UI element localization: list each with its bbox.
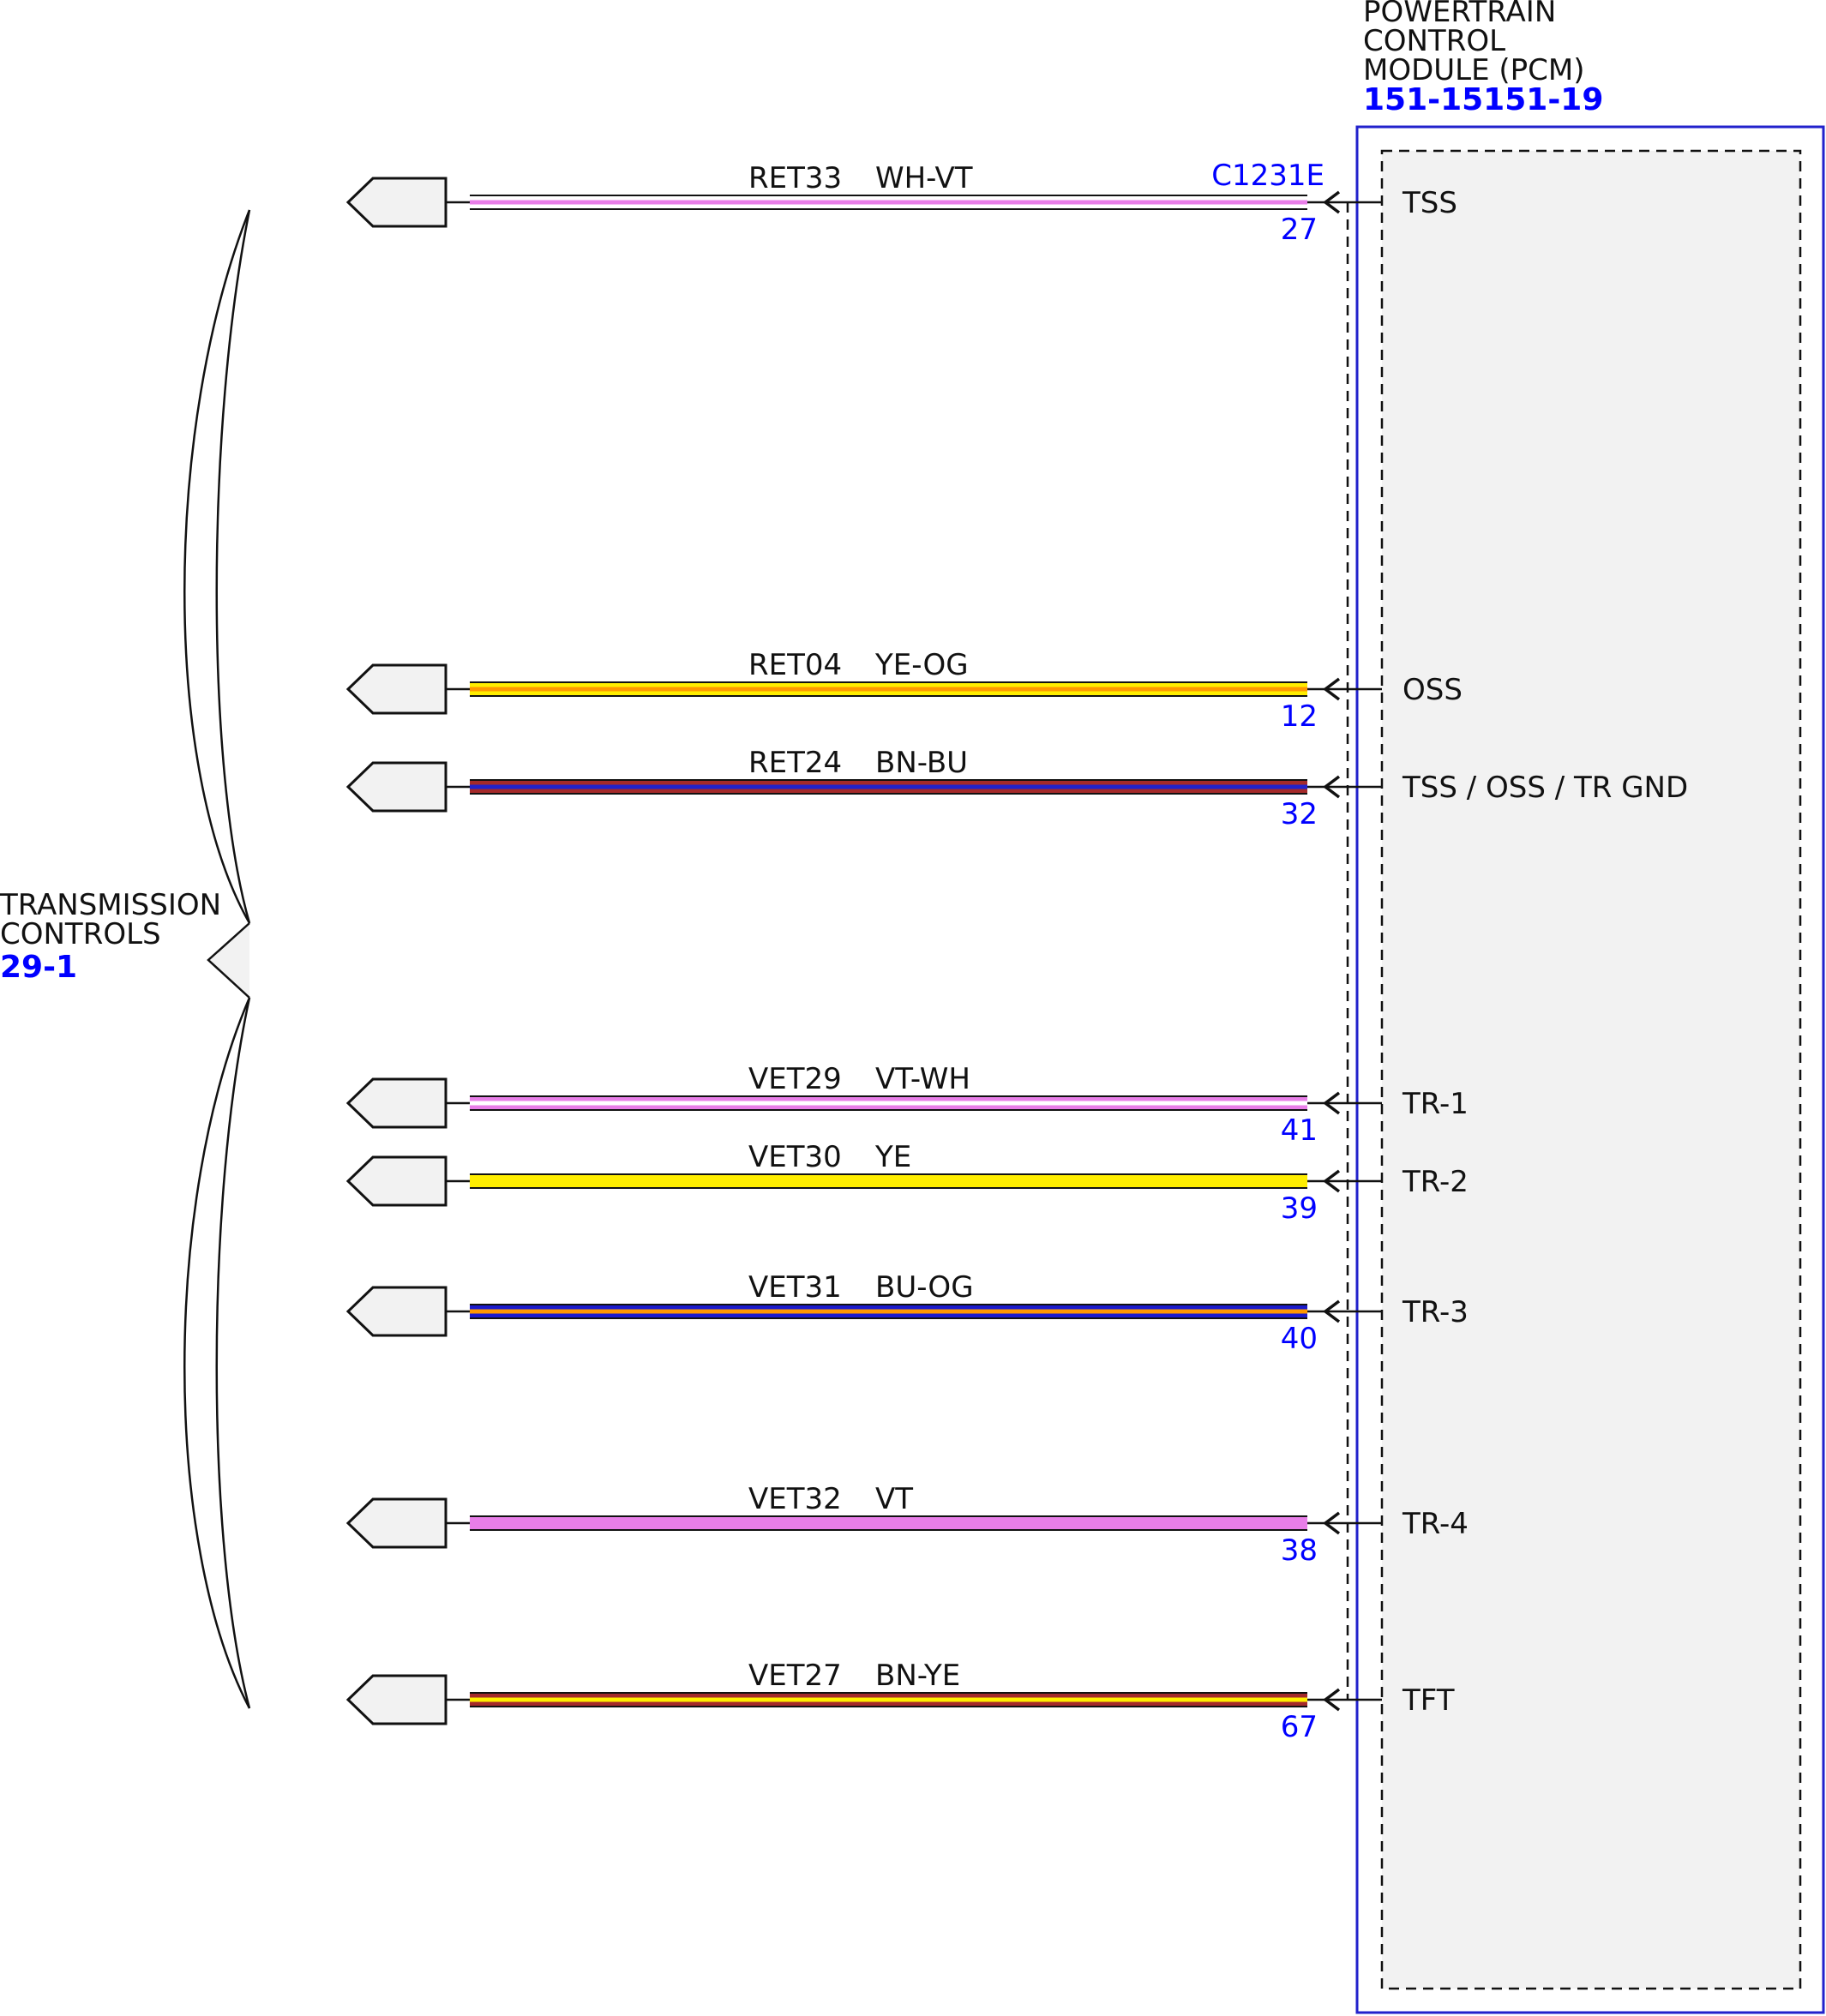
brace-fill (208, 923, 249, 998)
circuit-label: VET31 (748, 1270, 842, 1305)
signal-name: TSS / OSS / TR GND (1402, 771, 1688, 805)
wire-row[interactable]: VET29 VT-WH 41 TR-1 (345, 1062, 1469, 1148)
wire-row[interactable]: VET32 VT 38 TR-4 (345, 1482, 1469, 1568)
wire-stripe-color (470, 1521, 1307, 1526)
group-ref-link[interactable]: 29-1 (0, 950, 77, 985)
wire-color-label: BN-BU (875, 746, 968, 780)
wire-row[interactable]: RET04 YE-OG 12 OSS (345, 648, 1463, 734)
brace-upper-inner (215, 209, 251, 924)
signal-name: TFT (1402, 1683, 1455, 1718)
wire-row[interactable]: VET30 YE 39 TR-2 (345, 1140, 1469, 1226)
pin-number: 67 (1281, 1710, 1318, 1744)
wire-stripe-color (470, 784, 1307, 789)
terminal-connector[interactable] (345, 663, 447, 715)
pin-number: 40 (1281, 1322, 1318, 1356)
group-title-line-2: CONTROLS (0, 917, 161, 951)
terminal-connector[interactable] (345, 761, 447, 813)
signal-name: TSS (1402, 186, 1457, 220)
wire-stripe-color (470, 200, 1307, 205)
brace-lower-inner (215, 997, 251, 1709)
circuit-label: VET32 (748, 1482, 842, 1516)
circuit-label: VET29 (748, 1062, 842, 1096)
wire-stripe-color (470, 1309, 1307, 1314)
pin-number: 12 (1281, 699, 1318, 734)
terminal-connector[interactable] (345, 1155, 447, 1207)
wire-color-label: VT-WH (875, 1062, 970, 1096)
circuit-label: RET33 (748, 161, 842, 195)
wire-color-label: WH-VT (875, 161, 973, 195)
terminal-connector[interactable] (345, 1497, 447, 1549)
wire-stripe-color (470, 1179, 1307, 1184)
circuit-label: RET04 (748, 648, 842, 682)
signal-name: TR-1 (1402, 1087, 1469, 1121)
module-ref-link[interactable]: 151-15151-19 (1363, 82, 1603, 117)
signal-name: TR-4 (1402, 1507, 1469, 1541)
terminal-connector[interactable] (345, 1077, 447, 1129)
wire-stripe-color (470, 1697, 1307, 1702)
pin-number: 39 (1281, 1191, 1318, 1226)
wire-color-label: BN-YE (875, 1659, 960, 1693)
group-label: TRANSMISSION CONTROLS 29-1 (0, 888, 221, 985)
wire-color-label: YE-OG (874, 648, 969, 682)
wire-color-label: BU-OG (875, 1270, 974, 1305)
terminal-connector[interactable] (345, 1674, 447, 1725)
pin-number: 32 (1281, 797, 1318, 831)
module-header: POWERTRAIN CONTROL MODULE (PCM) 151-1515… (1363, 0, 1603, 117)
pin-number: 41 (1281, 1113, 1318, 1148)
circuit-label: VET27 (748, 1659, 842, 1693)
signal-name: TR-3 (1402, 1295, 1469, 1329)
terminal-connector[interactable] (345, 1286, 447, 1337)
pin-number: 27 (1281, 213, 1318, 247)
signal-name: OSS (1403, 673, 1463, 707)
wire-color-label: VT (875, 1482, 913, 1516)
circuit-label: VET30 (748, 1140, 842, 1174)
wire-row[interactable]: VET31 BU-OG 40 TR-3 (345, 1270, 1469, 1356)
pin-number: 38 (1281, 1533, 1318, 1568)
wiring-diagram: POWERTRAIN CONTROL MODULE (PCM) 151-1515… (0, 0, 1825, 2014)
terminal-connector[interactable] (345, 177, 447, 228)
wire-stripe-color (470, 1101, 1307, 1106)
wire-color-label: YE (874, 1140, 911, 1174)
wire-stripe-color (470, 687, 1307, 692)
connector-id[interactable]: C1231E (1211, 159, 1324, 193)
group-brace (183, 209, 251, 1709)
circuit-label: RET24 (748, 746, 842, 780)
signal-name: TR-2 (1402, 1165, 1469, 1199)
wire-row[interactable]: VET27 BN-YE 67 TFT (345, 1659, 1455, 1744)
